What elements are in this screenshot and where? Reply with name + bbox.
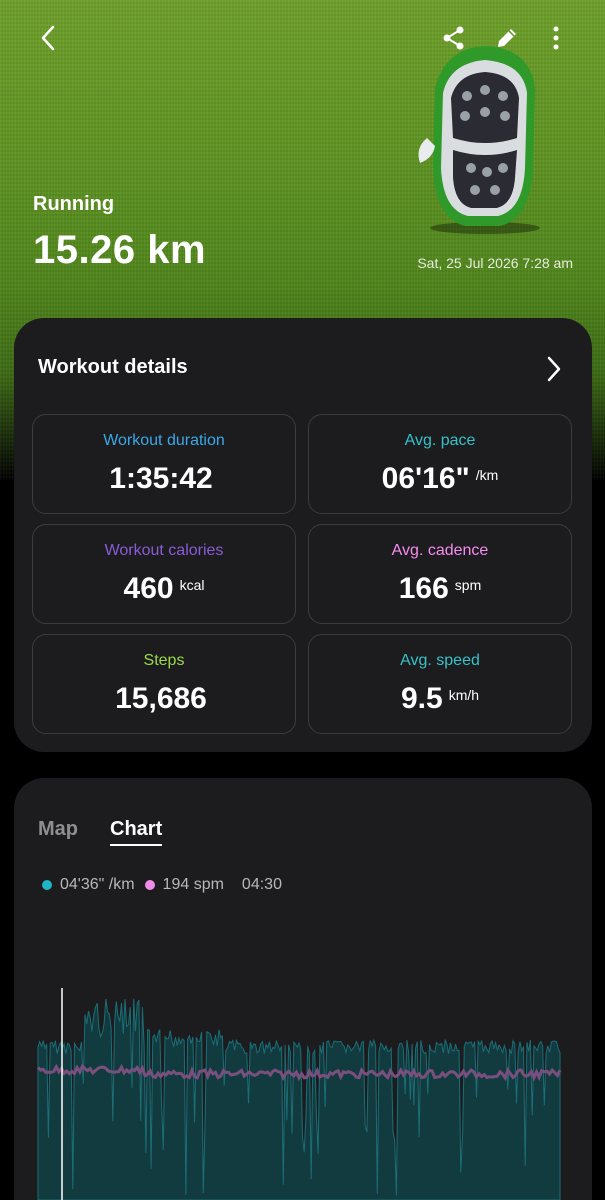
tile-workout-duration: Workout duration 1:35:42	[32, 414, 296, 514]
tile-label: Avg. speed	[400, 652, 480, 669]
tile-label: Avg. pace	[404, 432, 476, 449]
legend-pace-value: 04'36" /km	[60, 876, 135, 893]
tile-steps: Steps 15,686	[32, 634, 296, 734]
activity-type: Running	[33, 193, 115, 215]
tile-value: 460 kcal	[123, 572, 205, 605]
chart-legend: 04'36" /km 194 spm 04:30	[42, 876, 282, 894]
cadence-dot-icon	[144, 880, 155, 890]
back-button[interactable]	[28, 18, 68, 58]
chevron-right-icon[interactable]	[544, 354, 564, 384]
tile-avg-speed: Avg. speed 9.5 km/h	[308, 634, 572, 734]
back-icon	[41, 25, 55, 51]
pace-area	[37, 998, 561, 1200]
tab-chart[interactable]: Chart	[110, 818, 163, 846]
pace-dot-icon	[42, 880, 52, 890]
legend-cadence: 194 spm	[144, 876, 224, 894]
tile-value: 15,686	[115, 682, 207, 715]
running-shoe-image	[418, 46, 540, 234]
tile-avg-pace: Avg. pace 06'16"/km	[308, 414, 572, 514]
tile-label: Steps	[143, 652, 185, 669]
workout-details-card[interactable]: Workout details Workout duration 1:35:42…	[14, 318, 592, 752]
tile-value: 06'16"/km	[381, 462, 499, 495]
legend-cadence-value: 194 spm	[162, 876, 224, 893]
workout-details-title: Workout details	[38, 356, 188, 378]
tab-map[interactable]: Map	[38, 818, 78, 841]
tile-avg-cadence: Avg. cadence 166 spm	[308, 524, 572, 624]
tile-value: 1:35:42	[109, 462, 213, 495]
legend-pace: 04'36" /km	[42, 876, 135, 894]
workout-date: Sat, 25 Jul 2026 7:28 am	[417, 255, 573, 271]
pace-cadence-chart[interactable]	[14, 948, 592, 1200]
distance-value: 15.26 km	[33, 228, 207, 272]
tile-workout-calories: Workout calories 460 kcal	[32, 524, 296, 624]
tile-label: Workout duration	[103, 432, 225, 449]
tile-value: 166 spm	[398, 572, 482, 605]
route-chart-card: Map Chart 04'36" /km 194 spm 04:30	[14, 778, 592, 1200]
tile-label: Workout calories	[104, 542, 224, 559]
legend-time: 04:30	[241, 876, 282, 893]
tile-label: Avg. cadence	[391, 542, 489, 559]
tile-value: 9.5 km/h	[400, 682, 480, 715]
